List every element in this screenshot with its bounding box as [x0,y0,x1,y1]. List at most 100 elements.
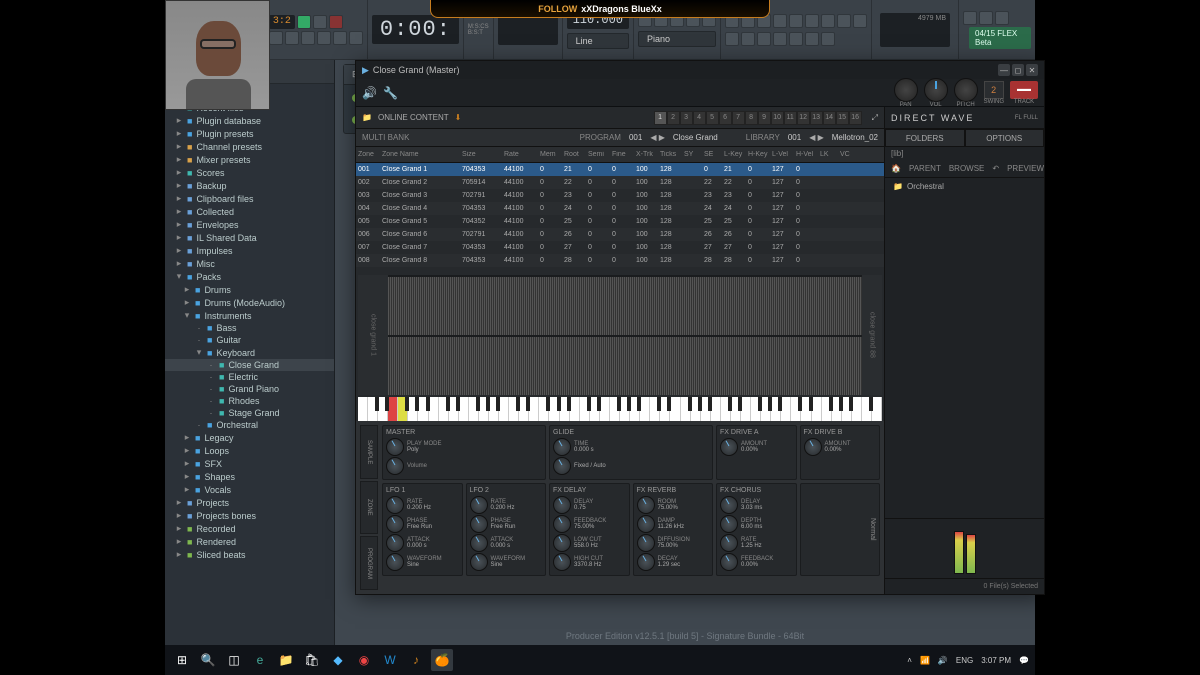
language-indicator[interactable]: ENG [956,656,973,665]
knob[interactable] [386,515,404,533]
time-display[interactable]: 0:00: [372,15,459,44]
tree-item[interactable]: ▸■Plugin database [165,114,334,127]
tree-item[interactable]: ·■Rhodes [165,395,334,407]
wave-button[interactable] [317,31,331,45]
piano-key[interactable] [801,397,811,421]
track-number[interactable]: 2 [984,81,1004,99]
online-content-label[interactable]: ONLINE CONTENT [378,113,449,122]
snap-combo[interactable]: Line [567,33,629,49]
piano-key[interactable] [842,397,852,421]
tree-item[interactable]: ·■Electric [165,371,334,383]
render-button[interactable] [301,31,315,45]
vol-knob[interactable] [924,78,948,102]
help-button[interactable] [995,11,1009,25]
tree-item[interactable]: ·■Stage Grand [165,407,334,419]
expand-button[interactable]: ⤢ [872,113,878,123]
tree-item[interactable]: ·■Close Grand [165,359,334,371]
record-button[interactable] [329,15,343,29]
pattern-lcd[interactable]: 3:2 [269,15,295,29]
tree-item[interactable]: ▸■Plugin presets [165,127,334,140]
control-tab[interactable]: SAMPLE [360,425,378,479]
piano-key[interactable] [600,397,610,421]
tree-item[interactable]: ▸■Channel presets [165,140,334,153]
pitch-knob[interactable] [954,78,978,102]
tree-item[interactable]: ▸■Impulses [165,244,334,257]
keyboard-display[interactable] [358,397,882,421]
piano-key[interactable] [580,397,590,421]
page-button[interactable]: 9 [758,111,771,125]
folder-icon[interactable]: 📁 [362,113,372,122]
piano-key[interactable] [429,397,439,421]
piano-key[interactable] [368,397,378,421]
tree-item[interactable]: ·■Grand Piano [165,383,334,395]
tree-item[interactable]: ▸■Backup [165,179,334,192]
volume-icon[interactable]: 🔊 [938,656,948,665]
knob[interactable] [470,496,488,514]
knob[interactable] [553,438,571,456]
piano-key[interactable] [741,397,751,421]
piano-key[interactable] [691,397,701,421]
piano-key[interactable] [449,397,459,421]
tree-item[interactable]: ▸■Projects [165,496,334,509]
piano-key[interactable] [529,397,539,421]
library-name[interactable]: Mellotron_02 [832,133,878,142]
control-tab[interactable]: PROGRAM [360,536,378,590]
piano-key[interactable] [832,397,842,421]
browser-tree[interactable]: ▸■Current project▸■Recent files▸■Plugin … [165,84,334,645]
page-button[interactable]: 13 [810,111,823,125]
flex-beta-badge[interactable]: 04/15 FLEX Beta [969,27,1031,49]
knob[interactable] [470,534,488,552]
piano-key[interactable] [509,397,519,421]
piano-key[interactable] [751,397,761,421]
tray-up-icon[interactable]: ˄ [907,656,912,665]
mute-button[interactable]: 🔊 [362,86,377,100]
piano-key[interactable] [499,397,509,421]
piano-key[interactable] [681,397,691,421]
piano-key[interactable] [519,397,529,421]
piano-key[interactable] [388,397,398,421]
page-button[interactable]: 14 [823,111,836,125]
piano-key[interactable] [761,397,771,421]
metronome-button[interactable] [333,31,347,45]
maximize-button[interactable]: ◻ [1012,64,1024,76]
explorer-icon[interactable]: 📁 [275,649,297,671]
knob[interactable] [553,515,571,533]
piano-key[interactable] [418,397,428,421]
folders-tab[interactable]: FOLDERS [885,129,965,147]
zone-row[interactable]: 002Close Grand 2705914441000220010012822… [356,176,884,189]
piano-key[interactable] [660,397,670,421]
tree-item[interactable]: ▸■Clipboard files [165,192,334,205]
tree-item[interactable]: ▸■Recorded [165,522,334,535]
wrench-icon[interactable]: 🔧 [383,86,398,100]
piano-key[interactable] [670,397,680,421]
chrome-icon[interactable]: ◉ [353,649,375,671]
piano-key[interactable] [539,397,549,421]
piano-key[interactable] [489,397,499,421]
zone-row[interactable]: 004Close Grand 4704353441000240010012824… [356,202,884,215]
play-button[interactable] [297,15,311,29]
piano-key[interactable] [549,397,559,421]
pan-knob[interactable] [894,78,918,102]
tree-item[interactable]: ▸■Vocals [165,483,334,496]
options-tab[interactable]: OPTIONS [965,129,1045,147]
preview-button[interactable]: PREVIEW [1007,164,1044,173]
undo-icon[interactable]: ↶ [992,164,999,173]
waveform-display[interactable]: close grand 1 close grand 88 [358,275,882,395]
piano-key[interactable] [630,397,640,421]
piano-key[interactable] [721,397,731,421]
close-all-button[interactable] [963,11,977,25]
piano-key[interactable] [439,397,449,421]
zone-table[interactable]: 001Close Grand 1704353441000210010012802… [356,163,884,273]
home-icon[interactable]: 🏠 [891,164,901,173]
zone-row[interactable]: 008Close Grand 8704353441000280010012828… [356,254,884,267]
piano-key[interactable] [650,397,660,421]
edge-icon[interactable]: e [249,649,271,671]
knob[interactable] [553,534,571,552]
zone-row[interactable]: 006Close Grand 6702791441000260010012826… [356,228,884,241]
piano-key[interactable] [812,397,822,421]
piano-key[interactable] [570,397,580,421]
tree-item[interactable]: ▸■IL Shared Data [165,231,334,244]
tree-item[interactable]: ▸■Sliced beats [165,548,334,561]
search-button[interactable]: 🔍 [197,649,219,671]
piano-key[interactable] [560,397,570,421]
